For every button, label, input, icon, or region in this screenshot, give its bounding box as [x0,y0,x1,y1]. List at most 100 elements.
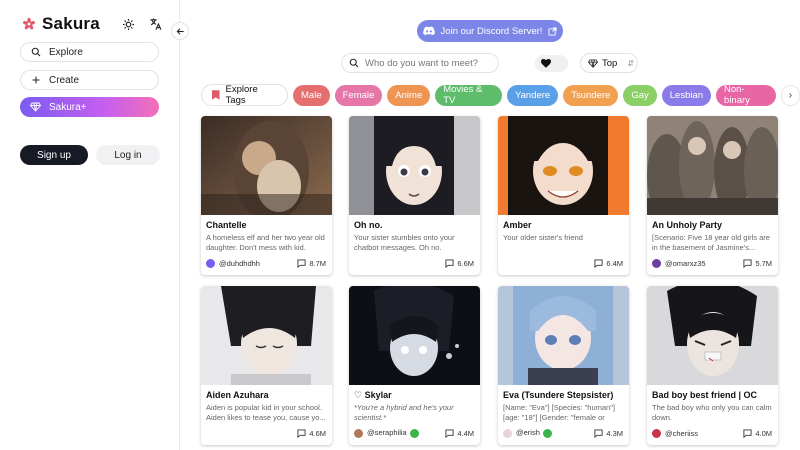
creator-avatar [503,428,512,438]
character-card[interactable]: Eva (Tsundere Stepsister) [Name: "Eva"] … [498,286,629,445]
brand-name: Sakura [42,14,100,33]
chat-count: 8.7M [309,258,326,268]
chat-count: 4.0M [755,428,772,438]
sidebar-item-create[interactable]: Create [20,70,159,90]
sort-select-label: Top [602,57,618,69]
character-card[interactable]: Amber Your older sister's friend 6.4M [498,116,629,275]
character-image [647,116,778,215]
character-image [349,116,480,215]
character-description: Your older sister's friend [503,233,583,242]
external-link-icon [548,26,558,36]
tag-label: Male [301,89,322,101]
character-description: *You're a hybrid and he's your scientist… [354,403,454,422]
tag-chip[interactable]: Movies & TV [435,84,502,106]
sidebar-item-label: Sakura+ [49,101,87,113]
search-icon [349,58,359,68]
creator-handle: @seraphilia [367,428,407,438]
character-image [498,116,629,215]
tag-chip[interactable]: Gay [623,84,657,106]
verified-badge-icon [409,428,419,438]
character-description: The bad boy who only you can calm down. [652,403,772,422]
tag-chip[interactable]: Non-binary [716,84,776,106]
discord-icon [422,26,435,36]
character-description: [Name: "Eva"] [Species: "human"] [age: "… [503,403,615,422]
sakura-logo-icon [22,17,36,30]
favorites-toggle[interactable] [535,55,568,72]
sidebar: Sakura Explore Create Sakura+ Sign up Lo… [0,0,180,450]
tag-bar: Explore Tags Male Female Anime Movies & … [201,84,800,106]
diamond-icon [588,58,598,68]
tag-label: Non-binary [724,84,750,106]
chat-bubble-icon [743,258,752,268]
tag-chip[interactable]: Male [293,84,330,106]
tags-scroll-right-button[interactable]: › [780,84,800,106]
chat-count: 4.4M [457,428,474,438]
character-image [498,286,629,385]
chat-bubble-icon [297,428,306,438]
character-description: A homeless elf and her two year old daug… [206,233,325,252]
character-description: Aiden is popular kid in your school. Aid… [206,403,326,422]
signup-button[interactable]: Sign up [20,145,88,165]
character-card[interactable]: Bad boy best friend | OC The bad boy who… [647,286,778,445]
chat-count: 6.6M [457,258,474,268]
creator-avatar [354,428,363,438]
character-card[interactable]: Aiden Azuhara Aiden is popular kid in yo… [201,286,332,445]
tag-chip[interactable]: Yandere [507,84,559,106]
tag-chip[interactable]: Anime [387,84,431,106]
tag-label: Female [342,89,375,101]
discord-banner-button[interactable]: Join our Discord Server! [417,20,563,42]
character-card[interactable]: ♡ Skylar *You're a hybrid and he's your … [349,286,480,445]
tag-label: Anime [395,89,423,101]
character-grid: Chantelle A homeless elf and her two yea… [201,116,779,450]
character-card[interactable]: Oh no. Your sister stumbles onto your ch… [349,116,480,275]
chat-bubble-icon [743,428,752,438]
login-button[interactable]: Log in [96,145,160,165]
creator-name[interactable]: @cheriiss [665,429,743,438]
creator-avatar [652,258,661,268]
tag-label: Movies & TV [443,84,483,106]
character-name: ♡ Skylar [354,390,392,400]
character-card[interactable]: Chantelle A homeless elf and her two yea… [201,116,332,275]
explore-tags-label: Explore Tags [225,84,258,106]
search-bar[interactable] [341,53,499,73]
chat-bubble-icon [594,258,603,268]
explore-tags-button[interactable]: Explore Tags [201,84,289,106]
search-input[interactable] [365,57,495,69]
discord-banner-label: Join our Discord Server! [440,25,543,37]
tag-chip[interactable]: Female [334,84,383,106]
character-name: Amber [503,220,532,230]
creator-name[interactable]: @duhdhdhh [219,259,297,268]
character-name: Aiden Azuhara [206,390,269,400]
language-translate-icon[interactable] [148,16,164,32]
sidebar-item-label: Create [49,74,80,86]
tag-chip[interactable]: Lesbian [661,84,712,106]
character-card[interactable]: An Unholy Party [Scenario: Five 18 year … [647,116,778,275]
sidebar-item-explore[interactable]: Explore [20,42,159,62]
tag-icon [212,90,220,100]
sort-select[interactable]: Top ⇵ [580,53,638,73]
theme-toggle-sun-icon[interactable] [120,16,136,32]
character-name: Eva (Tsundere Stepsister) [503,390,614,400]
brand[interactable]: Sakura [22,14,100,34]
creator-avatar [206,258,215,268]
character-name: An Unholy Party [652,220,723,230]
chat-count: 4.6M [309,428,326,438]
chevron-updown-icon: ⇵ [627,58,635,68]
plus-icon [32,76,40,84]
creator-name[interactable]: @erish [516,428,594,438]
tag-chip[interactable]: Tsundere [563,84,619,106]
creator-name[interactable]: @omarxz35 [665,259,743,268]
sakura-plus-button[interactable]: Sakura+ [20,97,159,117]
creator-name[interactable]: @seraphilia [367,428,445,438]
chat-bubble-icon [594,428,603,438]
creator-avatar [652,428,661,438]
search-icon [31,47,41,57]
chat-bubble-icon [297,258,306,268]
verified-badge-icon [542,428,552,438]
chat-count: 6.4M [606,258,623,268]
collapse-sidebar-button[interactable] [171,22,189,40]
tag-label: Gay [631,89,649,101]
character-description: Your sister stumbles onto your chatbot m… [354,233,455,252]
heart-icon [541,59,551,68]
character-image [349,286,480,385]
